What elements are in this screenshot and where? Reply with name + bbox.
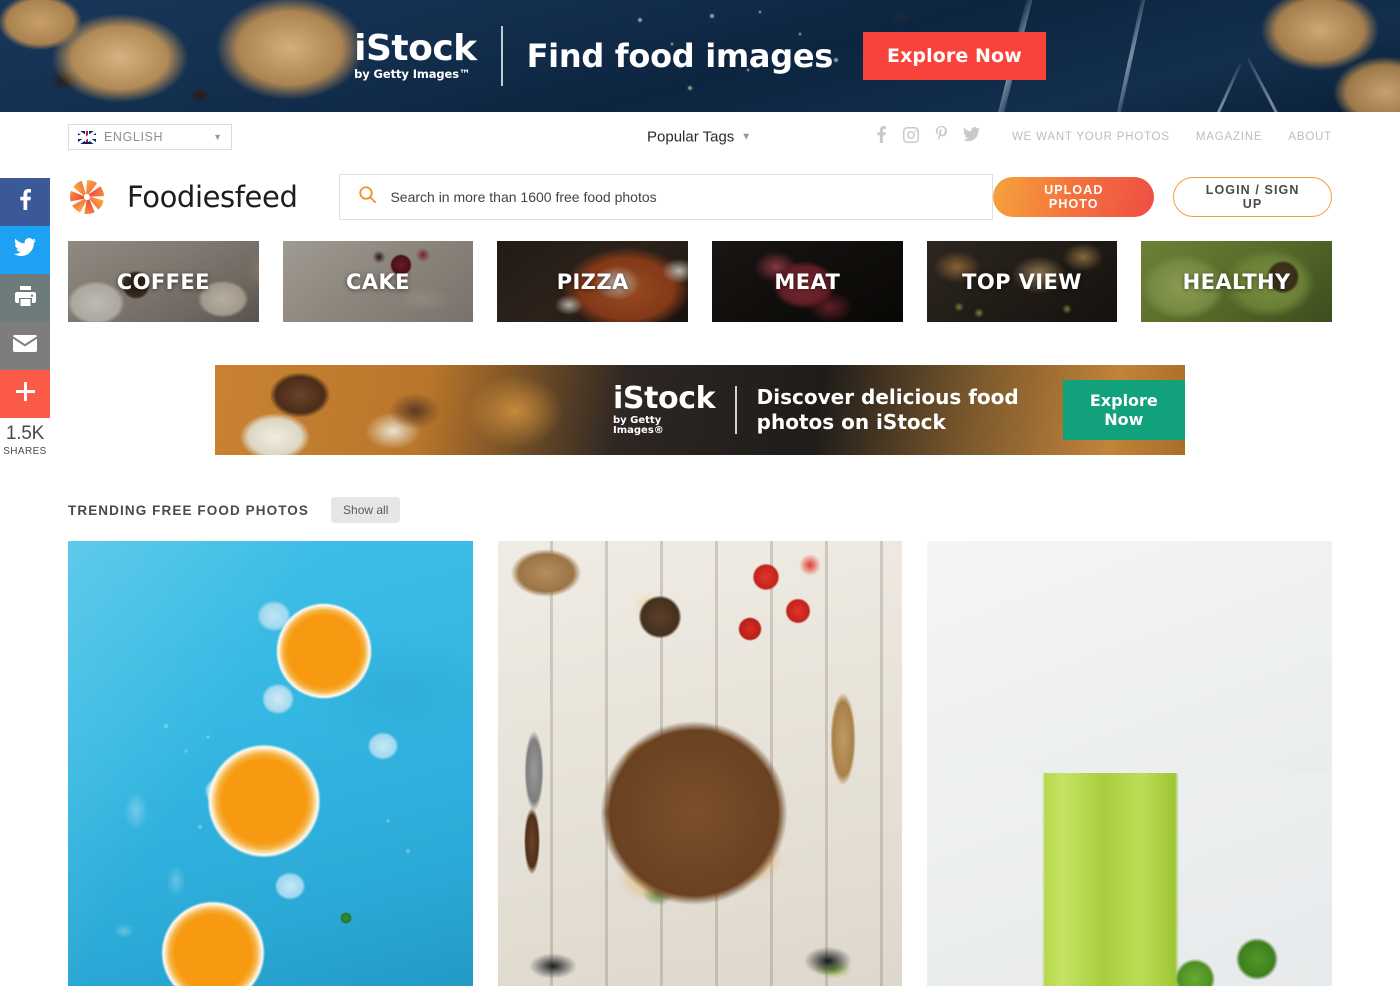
social-facebook-link[interactable] [866, 124, 896, 150]
banner-headline: Discover delicious food photos on iStock [756, 384, 1019, 434]
photo-card-burger-flatlay[interactable] [497, 541, 903, 986]
category-label: HEALTHY [1182, 269, 1291, 294]
brand-home-link[interactable]: Foodiesfeed [68, 178, 298, 216]
upload-photo-button[interactable]: UPLOAD PHOTO [993, 177, 1155, 217]
share-count: 1.5K SHARES [0, 418, 50, 457]
explore-now-button[interactable]: Explore Now [862, 32, 1046, 80]
pinterest-icon [935, 126, 948, 148]
category-label: CAKE [346, 269, 410, 294]
share-count-label: SHARES [3, 446, 47, 457]
explore-now-button[interactable]: Explore Now [1062, 380, 1185, 440]
photo-card-lime-juice[interactable] [927, 541, 1332, 986]
istock-banner-secondary-wrap: iStock by Getty Images® Discover delicio… [0, 365, 1400, 455]
envelope-icon [13, 335, 37, 357]
istock-logo-main: iStock [354, 28, 477, 70]
aperture-logo-icon [68, 178, 106, 216]
istock-banner-secondary[interactable]: iStock by Getty Images® Discover delicio… [215, 365, 1185, 455]
banner-divider [500, 26, 503, 86]
popular-tags-dropdown[interactable]: Popular Tags ▼ [647, 129, 751, 146]
category-tile-meat[interactable]: MEAT [712, 241, 903, 322]
share-more-button[interactable] [0, 370, 50, 418]
istock-logo: iStock by Getty Images™ [354, 31, 477, 81]
twitter-icon [962, 127, 980, 147]
chevron-down-icon: ▼ [213, 132, 222, 142]
login-signup-button[interactable]: LOGIN / SIGN UP [1173, 177, 1332, 217]
istock-logo-sub: by Getty Images® [613, 415, 664, 436]
search-icon [359, 186, 377, 208]
search-input[interactable] [390, 189, 974, 205]
category-tile-pizza[interactable]: PIZZA [497, 241, 688, 322]
trending-photo-grid [0, 541, 1400, 986]
category-label: COFFEE [116, 269, 210, 294]
share-print-button[interactable] [0, 274, 50, 322]
category-tile-cake[interactable]: CAKE [282, 241, 474, 322]
social-instagram-link[interactable] [896, 124, 926, 150]
popular-tags-label: Popular Tags [647, 128, 735, 146]
printer-icon [14, 285, 36, 311]
brand-name: Foodiesfeed [127, 180, 298, 214]
instagram-icon [903, 126, 919, 148]
social-twitter-link[interactable] [956, 124, 986, 150]
banner-headline: Find food images [526, 37, 834, 75]
social-share-rail: 1.5K SHARES [0, 178, 50, 457]
share-count-number: 1.5K [5, 423, 45, 444]
top-istock-banner[interactable]: iStock by Getty Images™ Find food images… [0, 0, 1400, 112]
facebook-icon [19, 189, 31, 215]
category-tile-healthy[interactable]: HEALTHY [1141, 241, 1332, 322]
main-header: Foodiesfeed UPLOAD PHOTO LOGIN / SIGN UP [0, 162, 1400, 232]
category-label: PIZZA [556, 269, 629, 294]
search-bar[interactable] [339, 174, 994, 220]
share-email-button[interactable] [0, 322, 50, 370]
facebook-icon [876, 126, 886, 148]
category-tile-coffee[interactable]: COFFEE [68, 241, 259, 322]
category-label: TOP VIEW [962, 269, 1082, 294]
istock-logo-main: iStock [613, 381, 716, 416]
twitter-icon [14, 238, 36, 262]
category-tile-top-view[interactable]: TOP VIEW [926, 241, 1118, 322]
language-label: ENGLISH [104, 130, 164, 144]
nav-link-we-want-your-photos[interactable]: WE WANT YOUR PHOTOS [1012, 131, 1170, 143]
utility-bar: ENGLISH ▼ Popular Tags ▼ WE WANT YOUR PH… [0, 112, 1400, 162]
photo-card-oranges[interactable] [68, 541, 473, 986]
banner-divider [735, 386, 737, 434]
istock-logo-sub: by Getty Images™ [354, 67, 471, 82]
show-all-button[interactable]: Show all [331, 497, 401, 523]
trending-title: TRENDING FREE FOOD PHOTOS [68, 502, 310, 518]
istock-logo: iStock by Getty Images® [613, 381, 716, 436]
plus-icon [15, 382, 35, 406]
language-selector[interactable]: ENGLISH ▼ [68, 124, 232, 150]
nav-link-magazine[interactable]: MAGAZINE [1196, 131, 1262, 143]
chevron-down-icon: ▼ [741, 131, 752, 143]
photo-highlight-area [927, 541, 1332, 773]
social-pinterest-link[interactable] [926, 124, 956, 150]
share-twitter-button[interactable] [0, 226, 50, 274]
share-facebook-button[interactable] [0, 178, 50, 226]
category-tiles: COFFEE CAKE PIZZA MEAT TOP VIEW HEALTHY [0, 241, 1400, 322]
category-label: MEAT [774, 269, 841, 294]
trending-section-header: TRENDING FREE FOOD PHOTOS Show all [0, 497, 1400, 523]
nav-link-about[interactable]: ABOUT [1288, 131, 1332, 143]
uk-flag-icon [78, 130, 96, 144]
